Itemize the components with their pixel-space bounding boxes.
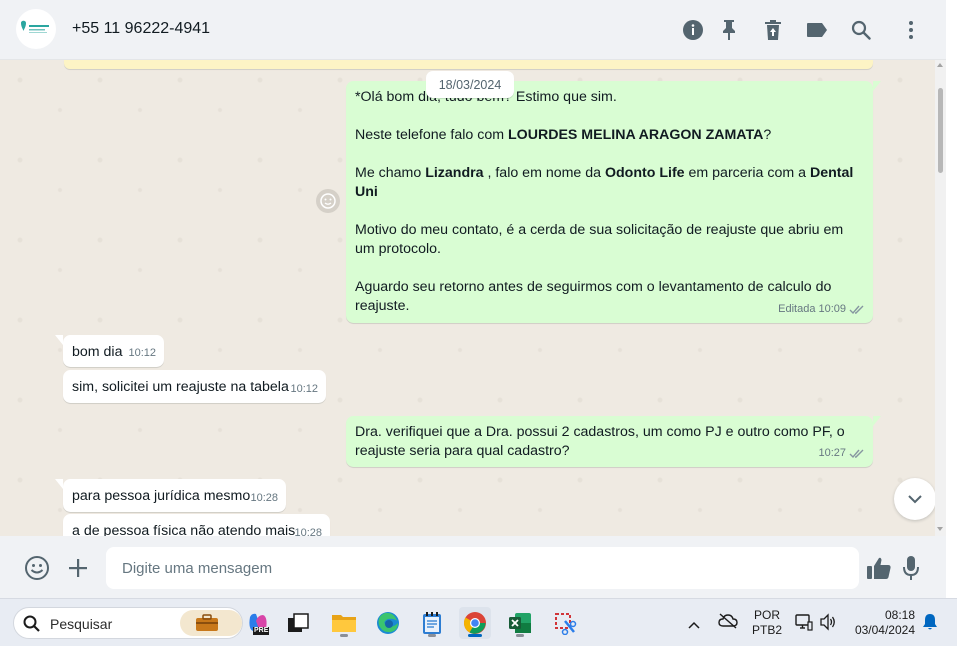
chat-scrollbar[interactable]: [935, 60, 946, 536]
search-icon[interactable]: [849, 18, 873, 42]
show-hidden-icons-chevron-icon[interactable]: [688, 616, 700, 634]
message-time: 10:12: [290, 383, 318, 395]
message-paragraph: Neste telefone falo com LOURDES MELINA A…: [355, 127, 772, 143]
clock-date: 03/04/2024: [854, 623, 915, 637]
message-meta: Editada 10:09: [778, 300, 865, 319]
language-code: POR: [753, 608, 780, 622]
microphone-icon[interactable]: [897, 554, 925, 582]
encryption-notice-strip: [64, 60, 873, 69]
copilot-pre-badge: PRE: [253, 627, 270, 635]
edge-icon: [377, 612, 399, 634]
message-bubble-outgoing[interactable]: *Olá bom dia, tudo bem? Estimo que sim.N…: [346, 81, 881, 323]
taskbar-edge[interactable]: [372, 607, 404, 639]
scroll-up-arrow-icon[interactable]: [937, 63, 943, 67]
bubble-tail: [873, 416, 881, 426]
info-icon[interactable]: [681, 18, 705, 42]
clock-time: 08:18: [884, 608, 915, 622]
taskbar-excel[interactable]: [504, 607, 536, 639]
running-indicator: [516, 634, 524, 637]
taskbar-copilot[interactable]: PRE: [242, 607, 274, 639]
message-text: para pessoa jurídica mesmo: [72, 488, 251, 504]
taskbar-task-view[interactable]: [282, 607, 314, 639]
taskbar-clock[interactable]: 08:18 03/04/2024: [846, 608, 922, 638]
delete-icon[interactable]: [761, 18, 785, 42]
volume-icon[interactable]: [819, 613, 837, 636]
excel-icon: [509, 613, 531, 633]
bubble-tail: [873, 81, 881, 91]
bubble-tail: [55, 479, 63, 489]
snipping-tool-icon: [555, 613, 577, 635]
search-icon: [23, 615, 40, 632]
edited-label: Editada: [778, 303, 816, 315]
search-highlight: [180, 610, 242, 636]
message-time: 10:28: [250, 492, 278, 504]
message-meta: 10:28: [294, 524, 322, 536]
pin-icon[interactable]: [717, 18, 741, 42]
bubble-tail: [55, 335, 63, 345]
taskbar-chrome[interactable]: [459, 607, 491, 639]
contact-name[interactable]: +55 11 96222-4941: [72, 20, 210, 38]
chat-header: +55 11 96222-4941: [0, 0, 946, 60]
running-indicator: [428, 634, 436, 637]
contact-avatar[interactable]: [16, 9, 56, 49]
reaction-emoji-icon[interactable]: [316, 189, 340, 213]
window-edge: [946, 0, 957, 598]
taskbar-snipping-tool[interactable]: [549, 607, 581, 639]
message-paragraph: Me chamo Lizandra , falo em nome da Odon…: [355, 165, 854, 200]
message-bubble-incoming[interactable]: para pessoa jurídica mesmo 10:28: [55, 479, 286, 512]
chat-panel: 18/03/2024 *Olá bom dia, tudo bem? Estim…: [0, 60, 946, 536]
message-time: 10:09: [818, 303, 846, 315]
file-explorer-icon: [332, 615, 356, 632]
windows-taskbar: Pesquisar PRE POR PTB2 08:18 03/04/2024: [0, 598, 957, 646]
menu-icon[interactable]: [899, 18, 923, 42]
message-text: *Olá bom dia, tudo bem? Estimo que sim.N…: [355, 88, 865, 316]
scroll-thumb[interactable]: [938, 88, 943, 173]
active-indicator: [468, 634, 482, 637]
message-time: 10:12: [128, 347, 156, 359]
date-chip: 18/03/2024: [426, 71, 514, 98]
message-text: bom dia: [72, 344, 123, 360]
message-time: 10:28: [294, 527, 322, 536]
composer-bar: [0, 536, 946, 598]
task-view-icon: [288, 613, 309, 632]
work-bag-icon: [196, 614, 218, 631]
message-bubble-outgoing[interactable]: Dra. verifiquei que a Dra. possui 2 cada…: [346, 416, 881, 467]
read-ticks-icon: [849, 305, 864, 315]
keyboard-layout: PTB2: [751, 623, 782, 637]
message-meta: 10:28: [250, 489, 278, 508]
notification-bell-icon[interactable]: [922, 613, 938, 636]
message-bubble-incoming[interactable]: bom dia 10:12: [55, 335, 164, 367]
message-meta: 10:27: [818, 444, 865, 463]
message-meta: 10:12: [128, 344, 156, 363]
taskbar-notepad[interactable]: [416, 607, 448, 639]
taskbar-search[interactable]: Pesquisar: [13, 607, 243, 639]
taskbar-file-explorer[interactable]: [328, 607, 360, 639]
chevron-down-icon: [908, 494, 922, 503]
running-indicator: [340, 634, 348, 637]
label-icon[interactable]: [805, 18, 829, 42]
language-indicator[interactable]: POR PTB2: [750, 608, 784, 638]
message-bubble-incoming[interactable]: a de pessoa física não atendo mais 10:28: [63, 514, 330, 536]
scroll-to-bottom-button[interactable]: [894, 478, 936, 520]
emoji-icon[interactable]: [23, 554, 51, 582]
notepad-icon: [423, 612, 441, 634]
onedrive-offline-icon[interactable]: [718, 613, 738, 634]
message-input[interactable]: [106, 547, 859, 589]
message-text: sim, solicitei um reajuste na tabela: [72, 379, 289, 395]
message-meta: 10:12: [290, 380, 318, 399]
message-text: Dra. verifiquei que a Dra. possui 2 cada…: [355, 424, 845, 459]
message-paragraph: Motivo do meu contato, é a cerda de sua …: [355, 222, 844, 257]
thumbs-up-icon[interactable]: [865, 554, 893, 582]
chrome-icon: [464, 612, 486, 634]
read-ticks-icon: [849, 449, 864, 459]
message-bubble-incoming[interactable]: sim, solicitei um reajuste na tabela 10:…: [63, 370, 326, 403]
scroll-down-arrow-icon[interactable]: [937, 527, 943, 531]
attach-plus-icon[interactable]: [64, 554, 92, 582]
message-text: a de pessoa física não atendo mais: [72, 523, 296, 536]
network-icon[interactable]: [795, 613, 813, 636]
message-time: 10:27: [818, 447, 846, 459]
taskbar-search-placeholder: Pesquisar: [50, 616, 113, 632]
